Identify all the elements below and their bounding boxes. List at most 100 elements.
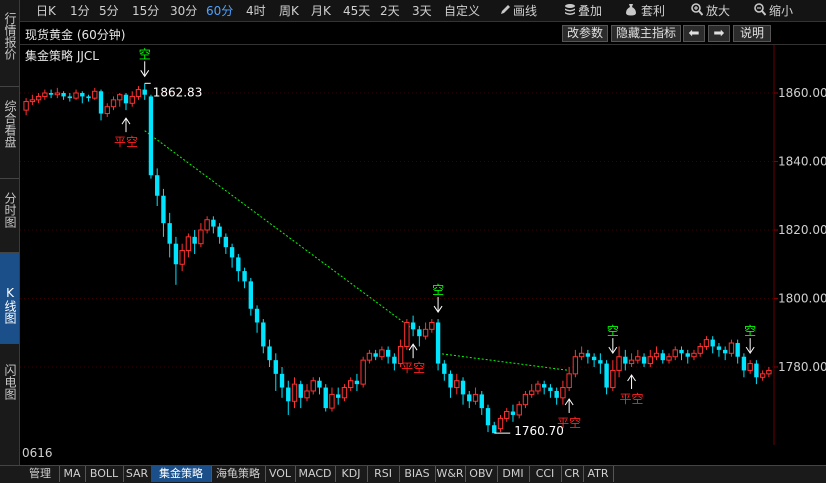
- candle-body: [623, 356, 628, 364]
- candle-body: [728, 342, 735, 354]
- candle-body: [647, 356, 653, 365]
- tab-sar[interactable]: SAR: [123, 466, 152, 482]
- candle-body: [92, 90, 98, 99]
- candle-body: [67, 96, 72, 99]
- tab-boll[interactable]: BOLL: [85, 466, 124, 482]
- candle-body: [454, 380, 460, 389]
- period-custom[interactable]: 自定义: [444, 2, 480, 19]
- zoom-in-button[interactable]: 放大: [706, 2, 730, 19]
- period-week[interactable]: 周K: [279, 2, 299, 19]
- tab-cci[interactable]: CCI: [529, 466, 562, 482]
- period-day[interactable]: 日K: [36, 2, 56, 19]
- tab-kdj[interactable]: KDJ: [335, 466, 368, 482]
- candle-body: [691, 352, 697, 358]
- candle-body: [211, 219, 216, 227]
- candle-body: [522, 393, 529, 406]
- period-5min[interactable]: 5分: [99, 2, 119, 19]
- period-60min[interactable]: 60分: [206, 2, 233, 19]
- candle-body: [104, 106, 110, 115]
- high-label: 1862.83: [153, 85, 203, 99]
- candle-body: [548, 387, 553, 391]
- candle-body: [123, 94, 129, 104]
- candle-body: [392, 356, 397, 364]
- tab-rsi[interactable]: RSI: [367, 466, 400, 482]
- nav-overview[interactable]: 综合看盘: [0, 92, 19, 156]
- candle-body: [604, 363, 609, 388]
- nav-timeline[interactable]: 分时图: [0, 184, 19, 236]
- tab-atr[interactable]: ATR: [583, 466, 614, 482]
- candle-body: [492, 425, 497, 434]
- stack-icon[interactable]: [564, 3, 576, 16]
- candle-body: [385, 349, 391, 357]
- pencil-icon[interactable]: [499, 3, 511, 16]
- period-15min[interactable]: 15分: [132, 2, 159, 19]
- period-4h[interactable]: 4时: [246, 2, 266, 19]
- candle-body: [279, 373, 285, 388]
- chart-title: 现货黄金 (60分钟): [25, 28, 126, 42]
- candle-body: [217, 226, 222, 237]
- zoom-out-button[interactable]: 缩小: [769, 2, 793, 19]
- tab-0[interactable]: 管理: [21, 466, 60, 482]
- period-3day[interactable]: 3天: [412, 2, 432, 19]
- candle-body: [229, 247, 235, 258]
- edit-params-button[interactable]: 改参数: [562, 25, 608, 42]
- candle-body: [304, 390, 310, 399]
- tab-5[interactable]: 海龟策略: [211, 466, 266, 482]
- candle-body: [148, 96, 154, 176]
- overlay-button[interactable]: 叠加: [578, 2, 602, 19]
- candle-body: [660, 353, 665, 361]
- candle-body: [448, 373, 453, 388]
- candle-body: [98, 91, 104, 114]
- period-1min[interactable]: 1分: [70, 2, 90, 19]
- nav-flash[interactable]: 闪电图: [0, 356, 19, 408]
- period-45day[interactable]: 45天: [343, 2, 370, 19]
- candle-body: [291, 383, 298, 402]
- hide-main-indicator-button[interactable]: 隐藏主指标: [611, 25, 681, 42]
- scroll-right-button[interactable]: ➡: [708, 25, 730, 42]
- tab-4[interactable]: 集金策略: [151, 466, 212, 482]
- candle-body: [323, 387, 328, 409]
- candle-body: [578, 352, 585, 358]
- signal-label-short: 空: [139, 47, 151, 61]
- candle-body: [628, 359, 635, 365]
- period-month[interactable]: 月K: [311, 2, 331, 19]
- scroll-left-button[interactable]: ⬅: [683, 25, 705, 42]
- candle-body: [560, 387, 566, 399]
- nav-quotes[interactable]: 行情报价: [0, 6, 19, 66]
- draw-line-button[interactable]: 画线: [513, 2, 537, 19]
- tab-cr[interactable]: CR: [561, 466, 584, 482]
- candle-body: [404, 321, 410, 347]
- candle-body: [173, 243, 179, 265]
- period-2day[interactable]: 2天: [380, 2, 400, 19]
- candle-body: [467, 394, 472, 402]
- tab-wr[interactable]: W&R: [435, 466, 466, 482]
- tab-macd[interactable]: MACD: [295, 466, 336, 482]
- tab-bias[interactable]: BIAS: [399, 466, 436, 482]
- candle-body: [42, 92, 48, 97]
- period-30min[interactable]: 30分: [170, 2, 197, 19]
- candle-body: [766, 369, 772, 375]
- candle-body: [273, 360, 278, 374]
- candlestick-chart[interactable]: 1780.001800.001820.001840.001860.00 空平空空…: [20, 45, 826, 465]
- tab-ma[interactable]: MA: [59, 466, 86, 482]
- candle-body: [198, 229, 204, 245]
- y-tick-label: 1860.00: [778, 86, 826, 100]
- signal-label-cover: 平空: [114, 135, 138, 149]
- nav-kline[interactable]: K线图: [0, 253, 19, 343]
- signal-label-short: 空: [607, 324, 619, 338]
- zoom-in-icon[interactable]: [691, 3, 703, 16]
- arbitrage-button[interactable]: 套利: [641, 2, 665, 19]
- y-tick-label: 1800.00: [778, 292, 826, 306]
- candle-body: [723, 349, 728, 354]
- zoom-out-icon[interactable]: [754, 3, 766, 16]
- signal-label-short: 空: [432, 283, 444, 297]
- tab-obv[interactable]: OBV: [465, 466, 498, 482]
- moneybag-icon[interactable]: [625, 3, 637, 16]
- candle-body: [435, 322, 441, 364]
- help-button[interactable]: 说明: [733, 25, 771, 42]
- tab-vol[interactable]: VOL: [265, 466, 296, 482]
- tab-dmi[interactable]: DMI: [497, 466, 530, 482]
- candle-body: [179, 250, 185, 265]
- candle-body: [472, 393, 479, 402]
- candle-body: [610, 369, 616, 389]
